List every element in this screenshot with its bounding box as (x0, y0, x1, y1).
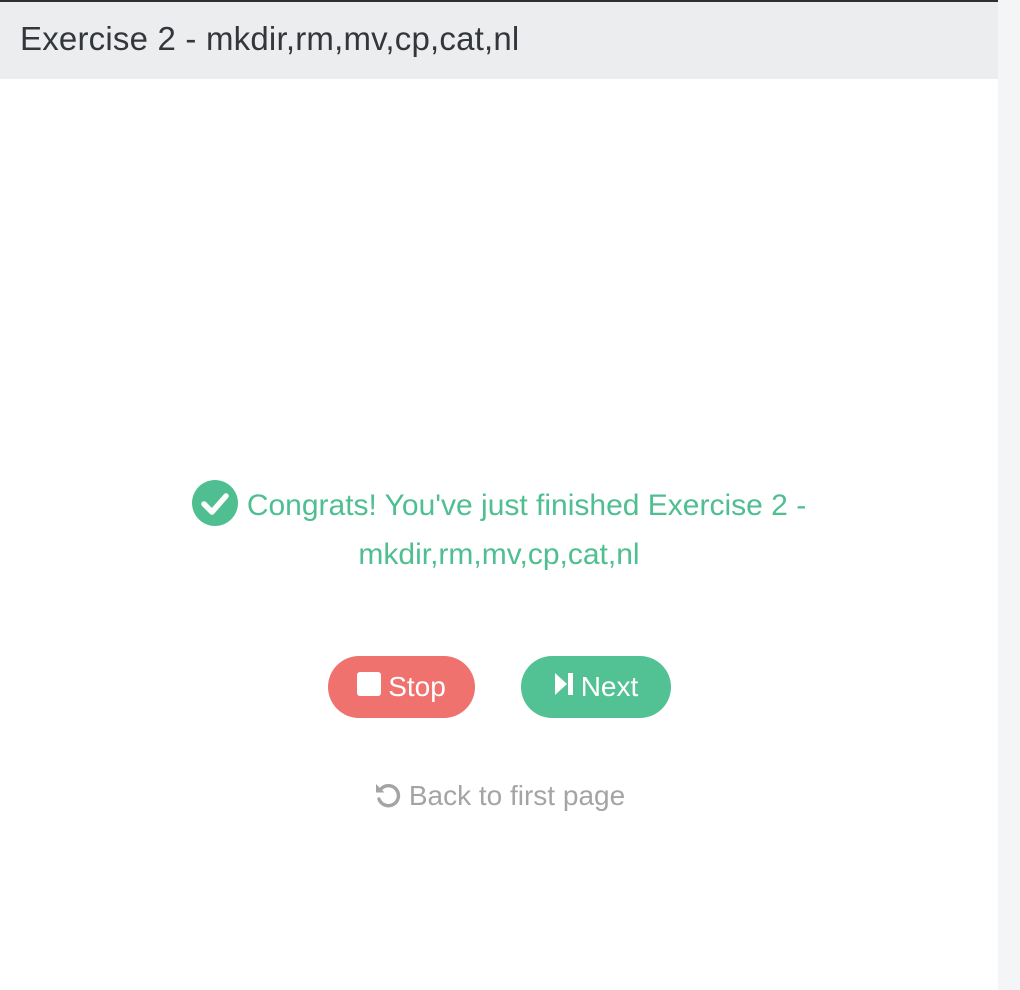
page: Exercise 2 - mkdir,rm,mv,cp,cat,nl Congr… (0, 0, 1020, 990)
exercise-panel: Exercise 2 - mkdir,rm,mv,cp,cat,nl Congr… (0, 0, 998, 990)
undo-arrow-icon (373, 780, 403, 810)
back-to-first-page-link[interactable]: Back to first page (0, 780, 998, 812)
step-forward-icon (554, 671, 574, 703)
stop-square-icon (357, 671, 382, 703)
right-edge-panel (998, 0, 1020, 990)
page-title: Exercise 2 - mkdir,rm,mv,cp,cat,nl (20, 20, 520, 57)
check-circle-icon (191, 480, 238, 526)
congrats-message: Congrats! You've just finished Exercise … (0, 480, 998, 579)
next-button[interactable]: Next (521, 656, 671, 718)
congrats-line-1: Congrats! You've just finished Exercise … (0, 480, 998, 530)
stop-button[interactable]: Stop (328, 656, 475, 718)
back-link-label: Back to first page (408, 780, 626, 811)
congrats-text-line-2: mkdir,rm,mv,cp,cat,nl (358, 538, 640, 571)
header-bar: Exercise 2 - mkdir,rm,mv,cp,cat,nl (0, 0, 998, 79)
next-button-label: Next (580, 671, 639, 702)
congrats-text-line-1: Congrats! You've just finished Exercise … (246, 489, 807, 522)
stop-button-label: Stop (388, 671, 446, 702)
